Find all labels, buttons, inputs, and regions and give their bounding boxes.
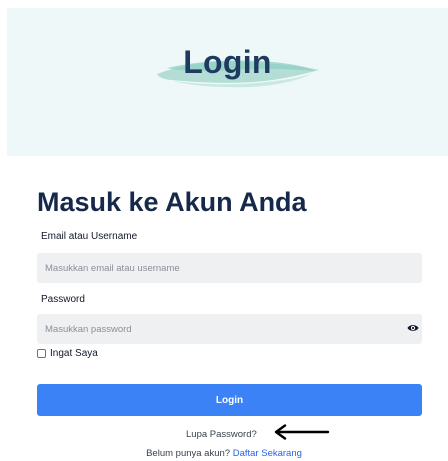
email-label: Email atau Username [41, 231, 138, 242]
banner-title: Login [183, 44, 272, 80]
password-field[interactable] [37, 314, 422, 344]
password-label: Password [41, 294, 85, 305]
page-title: Masuk ke Akun Anda [37, 187, 307, 217]
signup-prompt: Belum punya akun? [146, 448, 231, 459]
eye-icon[interactable] [407, 323, 419, 333]
remember-me[interactable]: Ingat Saya [37, 347, 98, 359]
email-field[interactable] [37, 253, 422, 283]
login-button[interactable]: Login [37, 384, 422, 416]
remember-checkbox[interactable] [37, 348, 46, 358]
remember-label: Ingat Saya [50, 347, 98, 359]
arrow-left-icon [274, 424, 330, 440]
forgot-password-link[interactable]: Lupa Password? [186, 429, 257, 440]
signup-link[interactable]: Daftar Sekarang [233, 448, 302, 459]
signup-prompt-line: Belum punya akun? Daftar Sekarang [0, 448, 448, 459]
header-banner: Login [7, 8, 448, 156]
